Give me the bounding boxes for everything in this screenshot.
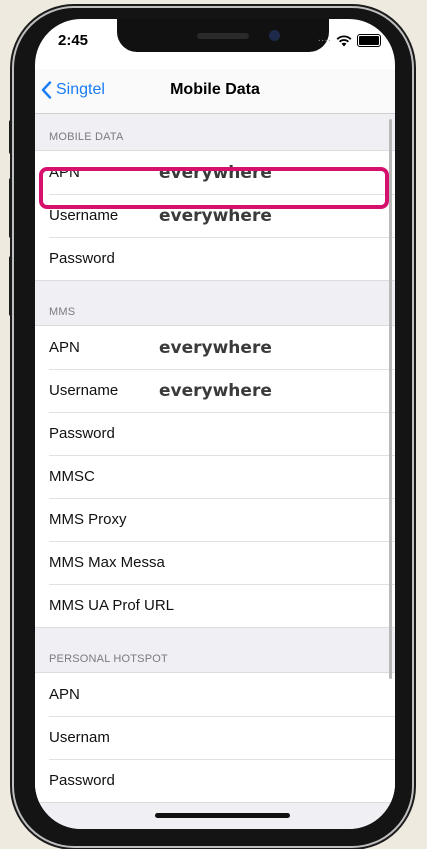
- hotspot-username-field[interactable]: Usernam: [35, 716, 395, 759]
- section-header-mms: MMS: [49, 306, 76, 318]
- field-label: APN: [49, 686, 80, 703]
- field-label: Password: [49, 250, 115, 267]
- navigation-bar: Singtel Mobile Data: [35, 69, 395, 114]
- notch: [117, 19, 329, 52]
- field-label: MMS Proxy: [49, 511, 127, 528]
- settings-list: MOBILE DATA APN everywhere Username ever…: [35, 114, 395, 829]
- group-mms: APN everywhere Username everywhere Passw…: [35, 325, 395, 628]
- field-value[interactable]: everywhere: [159, 338, 272, 358]
- mobile-data-password-field[interactable]: Password: [35, 237, 395, 280]
- section-header-personal-hotspot: PERSONAL HOTSPOT: [49, 653, 168, 665]
- field-label: Username: [49, 382, 119, 399]
- field-label: Password: [49, 425, 115, 442]
- hotspot-apn-field[interactable]: APN: [35, 673, 395, 716]
- hotspot-password-field[interactable]: Password: [35, 759, 395, 802]
- scrollbar[interactable]: [389, 119, 392, 679]
- field-label: Password: [49, 772, 115, 789]
- field-label: Usernam: [49, 729, 110, 746]
- front-camera: [269, 30, 280, 41]
- section-header-mobile-data: MOBILE DATA: [49, 131, 124, 143]
- mobile-data-username-field[interactable]: Username everywhere: [35, 194, 395, 237]
- mms-proxy-field[interactable]: MMS Proxy: [35, 498, 395, 541]
- page-title: Mobile Data: [170, 81, 260, 98]
- phone-screen: 2:45 ···· Singtel Mobile Data MOBILE DAT…: [35, 19, 395, 829]
- mms-apn-field[interactable]: APN everywhere: [35, 326, 395, 369]
- wifi-icon: [336, 34, 352, 46]
- field-label: APN: [49, 164, 80, 181]
- status-time: 2:45: [58, 32, 89, 49]
- cell-dots-icon: ····: [317, 35, 331, 46]
- home-indicator[interactable]: [155, 813, 290, 818]
- group-mobile-data: APN everywhere Username everywhere Passw…: [35, 150, 395, 281]
- field-label: MMS Max Messa: [49, 554, 165, 571]
- field-label: MMSC: [49, 468, 95, 485]
- mobile-data-apn-field[interactable]: APN everywhere: [35, 151, 395, 194]
- battery-icon: [357, 34, 381, 47]
- speaker-grille: [197, 33, 249, 39]
- mms-username-field[interactable]: Username everywhere: [35, 369, 395, 412]
- field-label: MMS UA Prof URL: [49, 597, 175, 614]
- field-value[interactable]: everywhere: [159, 381, 272, 401]
- mmsc-field[interactable]: MMSC: [35, 455, 395, 498]
- group-personal-hotspot: APN Usernam Password: [35, 672, 395, 803]
- mms-password-field[interactable]: Password: [35, 412, 395, 455]
- mms-max-message-size-field[interactable]: MMS Max Messa: [35, 541, 395, 584]
- mms-ua-prof-url-field[interactable]: MMS UA Prof URL: [35, 584, 395, 627]
- status-indicators: ····: [318, 34, 381, 47]
- field-label: Username: [49, 207, 119, 224]
- field-value[interactable]: everywhere: [159, 206, 272, 226]
- field-label: APN: [49, 339, 80, 356]
- field-value[interactable]: everywhere: [159, 163, 272, 183]
